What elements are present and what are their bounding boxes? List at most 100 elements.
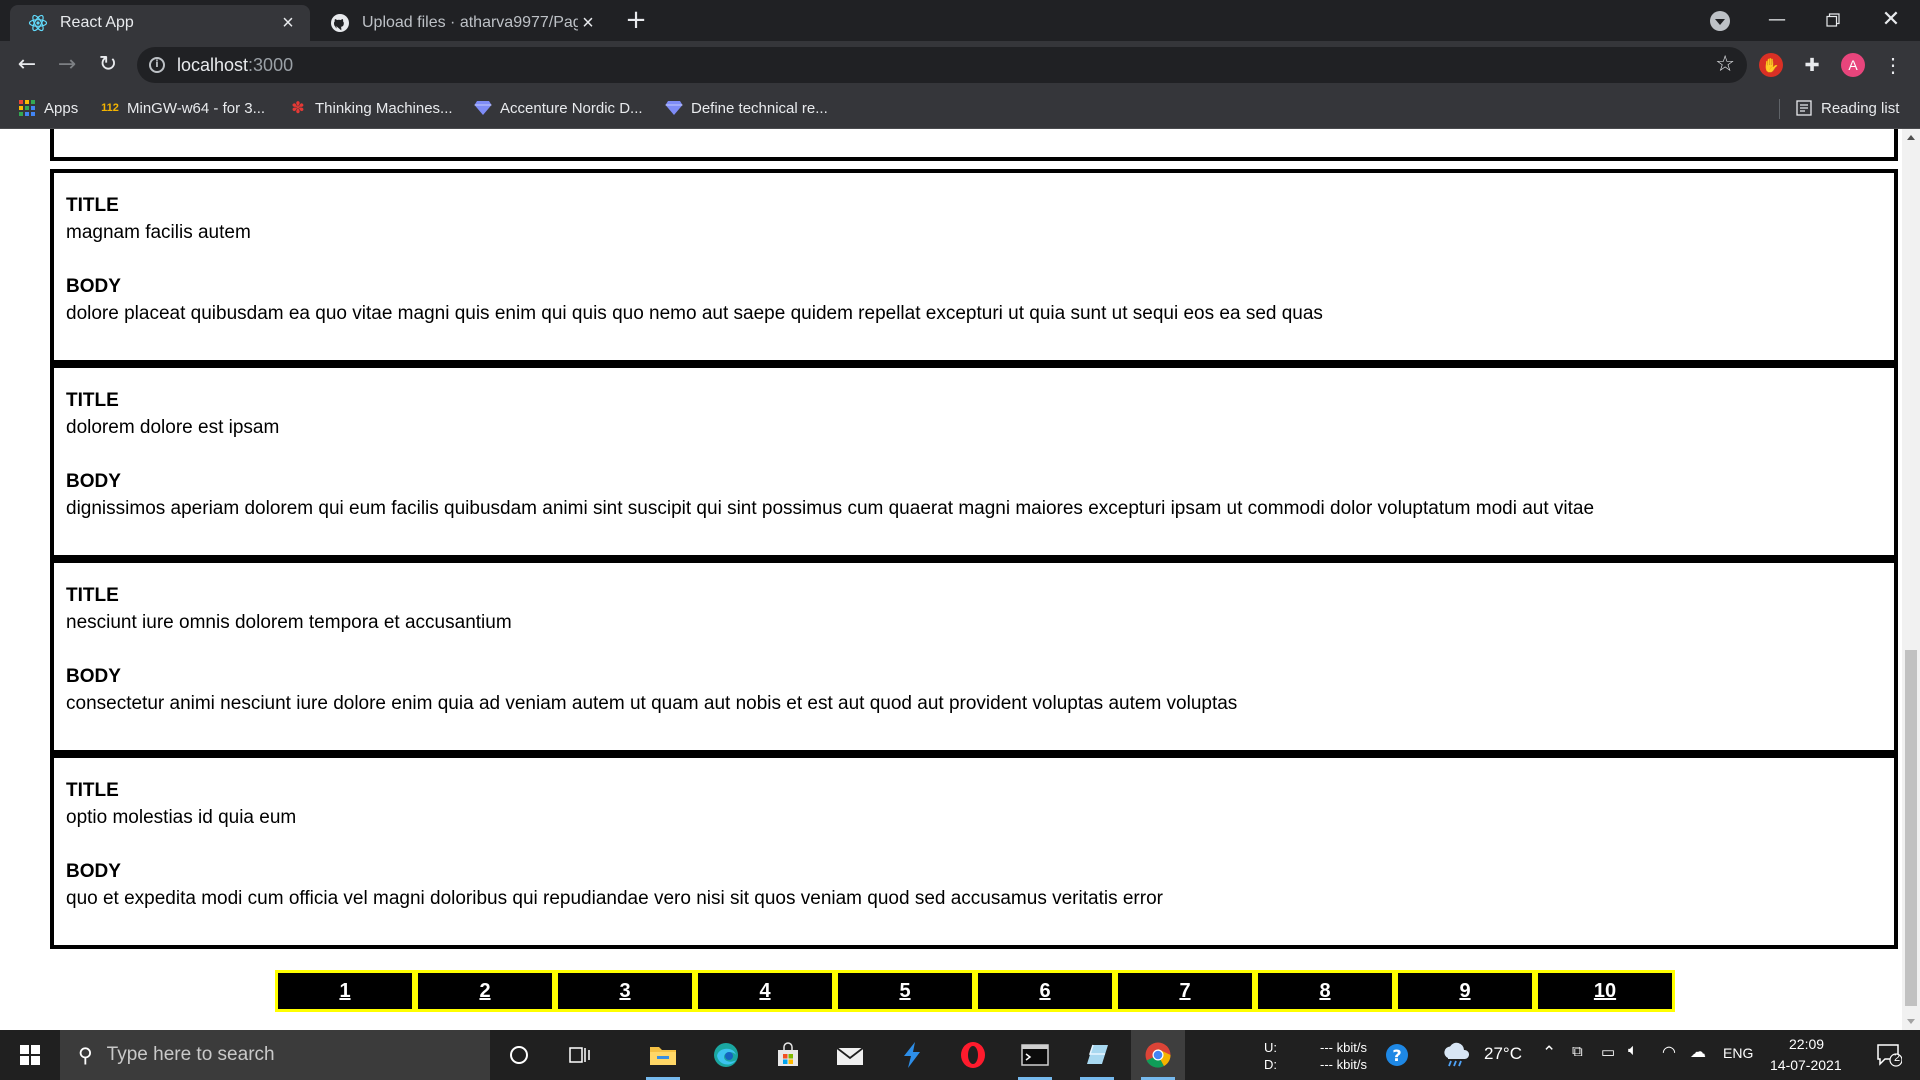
- page-button-5[interactable]: 5: [835, 970, 975, 1012]
- chrome-icon[interactable]: [1131, 1030, 1185, 1080]
- reading-list-button[interactable]: Reading list: [1795, 99, 1899, 117]
- menu-dots-icon[interactable]: ⋮: [1881, 53, 1905, 77]
- post-title: nesciunt iure omnis dolorem tempora et a…: [66, 612, 512, 633]
- body-label: BODY: [66, 861, 121, 882]
- notifications-icon[interactable]: 2: [1864, 1030, 1914, 1080]
- body-label: BODY: [66, 471, 121, 492]
- glass-app-icon[interactable]: [1070, 1030, 1124, 1080]
- post-body: quo et expedita modi cum officia vel mag…: [66, 888, 1163, 909]
- net-upload-label: U:: [1264, 1040, 1277, 1055]
- page-scrollbar[interactable]: [1902, 129, 1920, 1030]
- help-icon[interactable]: ?: [1370, 1030, 1424, 1080]
- bookmark-mingw[interactable]: 112 MinGW-w64 - for 3...: [101, 99, 265, 117]
- bookmark-label: MinGW-w64 - for 3...: [127, 99, 266, 117]
- body-label: BODY: [66, 666, 121, 687]
- diamond-icon: [665, 99, 683, 117]
- opera-icon[interactable]: [946, 1030, 1000, 1080]
- bookmark-label: Thinking Machines...: [315, 99, 453, 117]
- bookmark-star-icon[interactable]: ☆: [1715, 52, 1735, 77]
- tray-overflow-chevron-icon[interactable]: ⌃: [1542, 1043, 1556, 1063]
- bookmarks-bar: Apps 112 MinGW-w64 - for 3... ✽ Thinking…: [0, 89, 1920, 129]
- page-button-7[interactable]: 7: [1115, 970, 1255, 1012]
- page-button-6[interactable]: 6: [975, 970, 1115, 1012]
- microsoft-store-icon[interactable]: [761, 1030, 815, 1080]
- scroll-thumb[interactable]: [1905, 650, 1917, 1006]
- back-arrow-icon[interactable]: ←: [12, 50, 42, 80]
- page-button-3[interactable]: 3: [555, 970, 695, 1012]
- close-window-icon[interactable]: ✕: [1868, 0, 1914, 40]
- bookmark-apps[interactable]: Apps: [18, 99, 78, 117]
- weather-rain-icon[interactable]: [1436, 1030, 1476, 1080]
- new-tab-button[interactable]: +: [622, 6, 650, 34]
- clock-time[interactable]: 22:09: [1789, 1036, 1824, 1052]
- site-info-icon[interactable]: i: [149, 57, 165, 73]
- post-body: consectetur animi nesciunt iure dolore e…: [66, 693, 1238, 714]
- edge-icon[interactable]: [699, 1030, 753, 1080]
- page-button-9[interactable]: 9: [1395, 970, 1535, 1012]
- scroll-down-arrow-icon[interactable]: [1907, 1019, 1915, 1024]
- extensions-puzzle-icon[interactable]: ✚: [1800, 53, 1824, 77]
- tab-search-icon[interactable]: [1710, 11, 1730, 31]
- profile-avatar[interactable]: A: [1841, 53, 1865, 77]
- forward-arrow-icon[interactable]: →: [52, 50, 82, 80]
- mingw-icon: 112: [101, 102, 119, 114]
- reading-list-icon: [1795, 99, 1813, 117]
- onedrive-icon[interactable]: ☁: [1690, 1042, 1706, 1062]
- scroll-up-arrow-icon[interactable]: [1907, 135, 1915, 140]
- reading-list-label: Reading list: [1821, 99, 1900, 117]
- browser-toolbar: ← → ↻ i localhost:3000 ☆ ✋ ✚ A ⋮: [0, 41, 1920, 89]
- bookmark-divider: [1779, 99, 1780, 119]
- apps-grid-icon: [18, 99, 36, 117]
- page-button-1[interactable]: 1: [275, 970, 415, 1012]
- post-card: TITLE optio molestias id quia eum BODY q…: [50, 754, 1898, 949]
- tab-close-icon[interactable]: ×: [278, 12, 298, 35]
- taskbar-search[interactable]: ⚲ Type here to search: [60, 1030, 490, 1080]
- bookmark-define-technical[interactable]: Define technical re...: [665, 99, 828, 117]
- extension-hand-icon[interactable]: ✋: [1759, 53, 1783, 77]
- visual-studio-icon[interactable]: [885, 1030, 939, 1080]
- post-body: dignissimos aperiam dolorem qui eum faci…: [66, 498, 1595, 519]
- page-button-2[interactable]: 2: [415, 970, 555, 1012]
- cortana-icon[interactable]: [492, 1030, 546, 1080]
- diamond-icon: [474, 99, 492, 117]
- battery-icon[interactable]: ▭: [1601, 1043, 1615, 1061]
- tab-strip: React App × Upload files · atharva9977/P…: [0, 0, 1920, 41]
- notification-count: 2: [1894, 1052, 1901, 1064]
- wifi-icon[interactable]: ◠: [1662, 1042, 1676, 1062]
- windows-taskbar: ⚲ Type here to search U: D: --- kbit/s -…: [0, 1030, 1920, 1080]
- title-label: TITLE: [66, 195, 119, 216]
- url-text: localhost:3000: [177, 55, 294, 75]
- mail-icon[interactable]: [823, 1030, 877, 1080]
- page-viewport: TITLE magnam facilis autem BODY dolore p…: [0, 129, 1902, 1030]
- file-explorer-icon[interactable]: [636, 1030, 690, 1080]
- pagination: 1 2 3 4 5 6 7 8 9 10: [275, 970, 1675, 1012]
- post-card: TITLE magnam facilis autem BODY dolore p…: [50, 169, 1898, 364]
- tab-close-icon[interactable]: ×: [578, 12, 598, 35]
- thinking-machines-icon: ✽: [291, 100, 305, 117]
- minimize-icon[interactable]: —: [1754, 0, 1800, 40]
- tab-react-app[interactable]: React App ×: [10, 5, 310, 41]
- temperature[interactable]: 27°C: [1484, 1044, 1522, 1064]
- post-card: TITLE nesciunt iure omnis dolorem tempor…: [50, 559, 1898, 754]
- clock-date[interactable]: 14-07-2021: [1770, 1057, 1842, 1073]
- github-icon: [330, 13, 350, 33]
- page-button-10[interactable]: 10: [1535, 970, 1675, 1012]
- page-button-4[interactable]: 4: [695, 970, 835, 1012]
- address-bar[interactable]: i localhost:3000 ☆: [137, 47, 1747, 83]
- input-language[interactable]: ENG: [1723, 1045, 1753, 1061]
- post-body: dolore placeat quibusdam ea quo vitae ma…: [66, 303, 1323, 324]
- tab-upload-files[interactable]: Upload files · atharva9977/Pagina ×: [312, 5, 610, 41]
- net-download-label: D:: [1264, 1057, 1277, 1072]
- search-placeholder: Type here to search: [106, 1044, 275, 1065]
- bookmark-thinking-machines[interactable]: ✽ Thinking Machines...: [289, 99, 453, 118]
- bookmark-accenture[interactable]: Accenture Nordic D...: [474, 99, 643, 117]
- page-button-8[interactable]: 8: [1255, 970, 1395, 1012]
- terminal-icon[interactable]: [1008, 1030, 1062, 1080]
- windows-start-icon[interactable]: [0, 1030, 60, 1080]
- meeting-icon[interactable]: ⧉: [1572, 1043, 1583, 1060]
- react-icon: [28, 13, 48, 33]
- volume-icon[interactable]: 🔈︎: [1628, 1042, 1638, 1060]
- reload-icon[interactable]: ↻: [93, 50, 123, 80]
- task-view-icon[interactable]: [553, 1030, 607, 1080]
- restore-icon[interactable]: [1810, 0, 1856, 40]
